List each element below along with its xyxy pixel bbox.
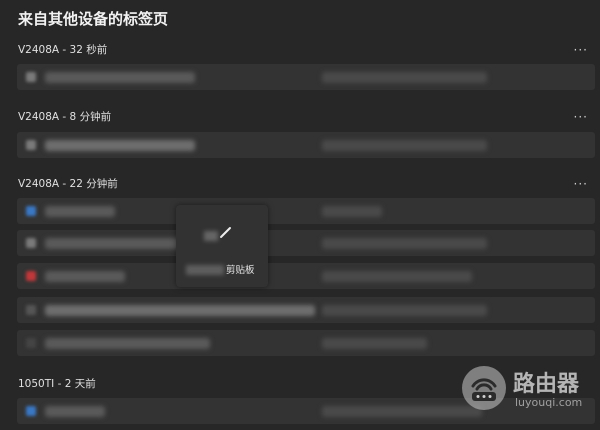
more-options-button[interactable]: ··· xyxy=(574,44,588,56)
tab-title-redacted xyxy=(45,271,125,282)
more-options-button[interactable]: ··· xyxy=(574,111,588,123)
tab-title-redacted xyxy=(45,238,195,249)
pen-icon xyxy=(219,225,233,242)
tab-row[interactable] xyxy=(17,64,595,90)
icon-redacted xyxy=(204,231,218,241)
favicon xyxy=(26,72,36,82)
tab-row[interactable] xyxy=(17,132,595,158)
tab-title-redacted xyxy=(45,140,195,151)
tab-title-redacted xyxy=(45,305,315,316)
tab-row[interactable] xyxy=(17,230,595,256)
device-header: V2408A - 32 秒前 xyxy=(18,44,108,56)
favicon xyxy=(26,140,36,150)
favicon xyxy=(26,206,36,216)
favicon xyxy=(26,406,36,416)
tab-url-redacted xyxy=(322,72,487,83)
device-header: 1050TI - 2 天前 xyxy=(18,378,96,390)
tab-title-redacted xyxy=(45,72,195,83)
router-icon xyxy=(462,366,506,410)
tab-title-redacted xyxy=(45,338,210,349)
favicon xyxy=(26,238,36,248)
tab-row[interactable] xyxy=(17,297,595,323)
page-title: 来自其他设备的标签页 xyxy=(18,10,169,28)
clipboard-label: 剪贴板 xyxy=(226,265,255,276)
tab-row[interactable] xyxy=(17,263,595,289)
favicon xyxy=(26,338,36,348)
watermark-domain: luyouqi.com xyxy=(515,396,583,409)
favicon xyxy=(26,271,36,281)
favicon xyxy=(26,305,36,315)
tab-row[interactable] xyxy=(17,330,595,356)
tab-title-redacted xyxy=(45,206,115,217)
device-header: V2408A - 8 分钟前 xyxy=(18,111,112,123)
tab-url-redacted xyxy=(322,206,382,217)
tab-url-redacted xyxy=(322,238,487,249)
device-header: V2408A - 22 分钟前 xyxy=(18,178,118,190)
tab-title-redacted xyxy=(45,406,105,417)
tab-url-redacted xyxy=(322,140,487,151)
more-options-button[interactable]: ··· xyxy=(574,178,588,190)
tab-url-redacted xyxy=(322,406,482,417)
watermark: 路由器 luyouqi.com xyxy=(460,364,600,416)
watermark-title: 路由器 xyxy=(513,372,580,397)
copy-to-clipboard-popup[interactable]: 剪贴板 xyxy=(176,205,268,287)
label-redacted xyxy=(186,265,224,275)
tab-url-redacted xyxy=(322,338,427,349)
tab-url-redacted xyxy=(322,271,472,282)
tab-row[interactable] xyxy=(17,198,595,224)
tab-url-redacted xyxy=(322,305,487,316)
